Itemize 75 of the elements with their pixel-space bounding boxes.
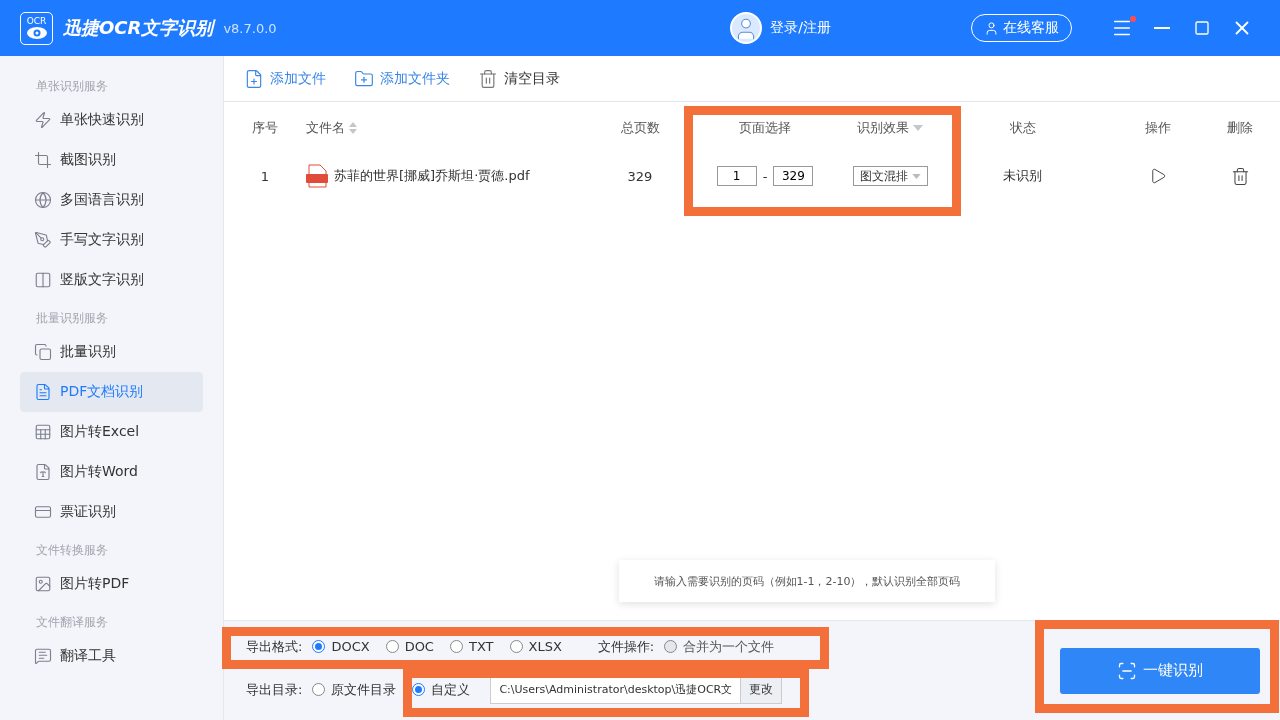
sidebar-item[interactable]: 图片转Word [20, 452, 203, 492]
image-icon [34, 575, 52, 593]
page-to-input[interactable]: 329 [773, 166, 814, 186]
chat-icon [34, 647, 52, 665]
add-file-icon [244, 68, 264, 89]
format-radio[interactable]: TXT [449, 639, 494, 654]
pdf-file-icon [306, 164, 328, 188]
file-operation-label: 文件操作: [597, 637, 655, 656]
section-title: 批量识别服务 [35, 310, 109, 327]
export-dir-label: 导出目录: [246, 680, 303, 699]
crop-icon [34, 151, 52, 169]
table-cell: 329 [627, 168, 653, 184]
document-icon [34, 463, 52, 481]
sidebar-item[interactable]: 手写文字识别 [20, 220, 203, 260]
toolbar-button[interactable]: 添加文件 [244, 68, 326, 89]
spreadsheet-icon [34, 423, 52, 441]
maximize-icon [1194, 20, 1210, 36]
app-title: 迅捷OCR文字识别 [63, 16, 214, 40]
column-header: 删除 [1227, 119, 1253, 137]
directory-radio[interactable]: 原文件目录 [312, 680, 397, 699]
column-header: 总页数 [620, 119, 660, 137]
sidebar-item[interactable]: 多国语言识别 [20, 180, 203, 220]
format-radio[interactable]: XLSX [509, 639, 562, 654]
toolbar-button[interactable]: 清空目录 [478, 68, 560, 89]
sidebar-item[interactable]: 票证识别 [20, 492, 203, 532]
column-header: 状态 [1009, 119, 1036, 137]
table-cell: 1 [260, 168, 270, 184]
sidebar-item[interactable]: 单张快速识别 [20, 100, 203, 140]
page-from-input[interactable]: 1 [716, 166, 757, 186]
column-header: 识别效果 [857, 119, 909, 137]
format-radio[interactable]: DOCX [312, 639, 370, 654]
status-text: 未识别 [1003, 167, 1042, 185]
caret-icon [911, 173, 921, 179]
change-button[interactable]: 更改 [740, 676, 782, 703]
toolbar-button[interactable]: 添加文件夹 [354, 68, 450, 89]
hint-tooltip: 请输入需要识别的页码（例如1-1，2-10），默认识别全部页码 [619, 560, 995, 602]
column-header: 操作 [1144, 119, 1171, 137]
sidebar-item[interactable]: 截图识别 [20, 140, 203, 180]
sidebar-item[interactable]: 图片转Excel [20, 412, 203, 452]
copy-icon [34, 343, 52, 361]
person-icon [984, 20, 999, 36]
bolt-icon [34, 111, 52, 129]
app-version: v8.7.0.0 [223, 20, 277, 36]
sidebar-item[interactable]: 批量识别 [20, 332, 203, 372]
format-radio[interactable]: DOC [385, 639, 434, 654]
document-icon [34, 383, 52, 401]
range-separator: - [762, 168, 768, 184]
globe-icon [34, 191, 52, 209]
column-header: 文件名 [306, 119, 345, 137]
login-link[interactable]: 登录/注册 [770, 19, 831, 37]
trash-icon [1230, 166, 1250, 186]
export-format-label: 导出格式: [246, 637, 303, 656]
card-icon [34, 503, 52, 521]
directory-radio[interactable]: 自定义 [412, 680, 471, 699]
scan-icon [1117, 660, 1137, 681]
app-logo: OCR [20, 11, 53, 45]
trash-icon [478, 68, 498, 89]
sidebar-item[interactable]: 图片转PDF [20, 564, 203, 604]
avatar[interactable] [730, 12, 763, 44]
mode-dropdown[interactable]: 图文混排 [852, 166, 928, 186]
section-title: 文件转换服务 [35, 542, 109, 559]
add-folder-icon [354, 68, 374, 89]
section-title: 文件翻译服务 [35, 614, 109, 631]
eye-icon [25, 26, 48, 40]
section-title: 单张识别服务 [35, 78, 109, 95]
column-header: 页面选择 [739, 119, 791, 137]
columns-icon [34, 271, 52, 289]
minimize-icon [1154, 27, 1170, 29]
pen-icon [34, 231, 52, 249]
start-button[interactable]: 一键识别 [1060, 647, 1260, 694]
sidebar-item[interactable]: 翻译工具 [20, 636, 203, 676]
delete-button[interactable] [1230, 166, 1250, 186]
sidebar-item[interactable]: 竖版文字识别 [20, 260, 203, 300]
column-header: 序号 [252, 119, 278, 137]
file-name: 苏菲的世界[挪威]乔斯坦·贾德.pdf [334, 167, 530, 185]
